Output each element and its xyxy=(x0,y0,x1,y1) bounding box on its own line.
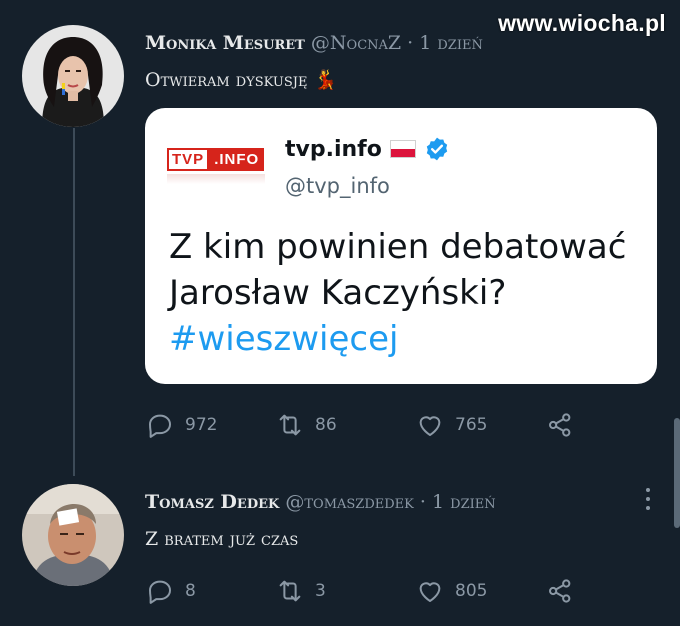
avatar[interactable] xyxy=(22,484,124,586)
retweet-button[interactable]: 86 xyxy=(275,410,415,440)
quoted-name-text: tvp.info xyxy=(285,136,382,162)
reply-count: 972 xyxy=(185,415,218,435)
like-icon xyxy=(419,416,441,436)
avatar[interactable] xyxy=(22,25,124,127)
tweet-header: Monika Mesuret @NocnaZ · 1 dzień xyxy=(145,32,483,54)
tweet-header: Tomasz Dedek @tomaszdedek · 1 dzień xyxy=(145,491,496,513)
share-button[interactable] xyxy=(545,576,575,606)
logo-tvp-text: TVP xyxy=(167,147,210,171)
logo-info-text: .INFO xyxy=(209,147,265,171)
tweet-actions: 972 86 765 xyxy=(145,410,575,440)
share-button[interactable] xyxy=(545,410,575,440)
avatar-image xyxy=(22,25,124,127)
tweet-text: Z bratem już czas xyxy=(145,528,299,550)
poland-flag-icon xyxy=(389,140,416,158)
like-icon xyxy=(419,582,441,602)
author-handle[interactable]: @tomaszdedek xyxy=(285,491,414,513)
reply-icon xyxy=(149,414,171,438)
separator: · xyxy=(419,491,426,513)
quoted-author-handle: @tvp_info xyxy=(285,174,390,198)
reply-icon xyxy=(149,580,171,604)
timestamp[interactable]: 1 dzień xyxy=(419,32,483,54)
tweet-actions: 8 3 805 xyxy=(145,576,575,606)
separator: · xyxy=(407,32,414,54)
retweet-button[interactable]: 3 xyxy=(275,576,415,606)
share-icon xyxy=(549,579,571,603)
quoted-text-line: Jarosław Kaczyński? xyxy=(169,273,507,313)
reply-button[interactable]: 8 xyxy=(145,576,275,606)
like-button[interactable]: 805 xyxy=(415,576,545,606)
share-icon xyxy=(549,413,571,437)
retweet-count: 3 xyxy=(315,581,326,601)
timestamp[interactable]: 1 dzień xyxy=(432,491,496,513)
author-name[interactable]: Tomasz Dedek xyxy=(145,491,279,513)
quoted-text: Z kim powinien debatować Jarosław Kaczyń… xyxy=(169,224,626,362)
reply-button[interactable]: 972 xyxy=(145,410,275,440)
quoted-text-line: Z kim powinien debatować xyxy=(169,227,627,267)
avatar-image xyxy=(22,484,124,586)
more-icon[interactable] xyxy=(646,488,652,510)
tweet[interactable]: Monika Mesuret @NocnaZ · 1 dzień Otwiera… xyxy=(0,0,680,470)
reply-count: 8 xyxy=(185,581,196,601)
retweet-icon xyxy=(279,580,301,602)
quoted-tweet-image[interactable]: TVP .INFO tvp.info @tvp_info Z kim powini… xyxy=(145,108,657,384)
author-name[interactable]: Monika Mesuret xyxy=(145,32,305,54)
like-button[interactable]: 765 xyxy=(415,410,545,440)
retweet-count: 86 xyxy=(315,415,337,435)
author-handle[interactable]: @NocnaZ xyxy=(311,32,401,54)
logo-reflection xyxy=(167,174,265,184)
hashtag-link[interactable]: #wieszwięcej xyxy=(169,316,626,362)
tweet-text: Otwieram dyskusję 💃 xyxy=(145,69,338,91)
tvp-info-logo: TVP .INFO xyxy=(167,146,265,172)
tweet[interactable]: Tomasz Dedek @tomaszdedek · 1 dzień Z br… xyxy=(0,476,680,626)
verified-badge-icon xyxy=(426,137,448,161)
like-count: 805 xyxy=(455,581,488,601)
quoted-author-name: tvp.info xyxy=(285,136,450,162)
like-count: 765 xyxy=(455,415,488,435)
retweet-icon xyxy=(279,414,301,436)
